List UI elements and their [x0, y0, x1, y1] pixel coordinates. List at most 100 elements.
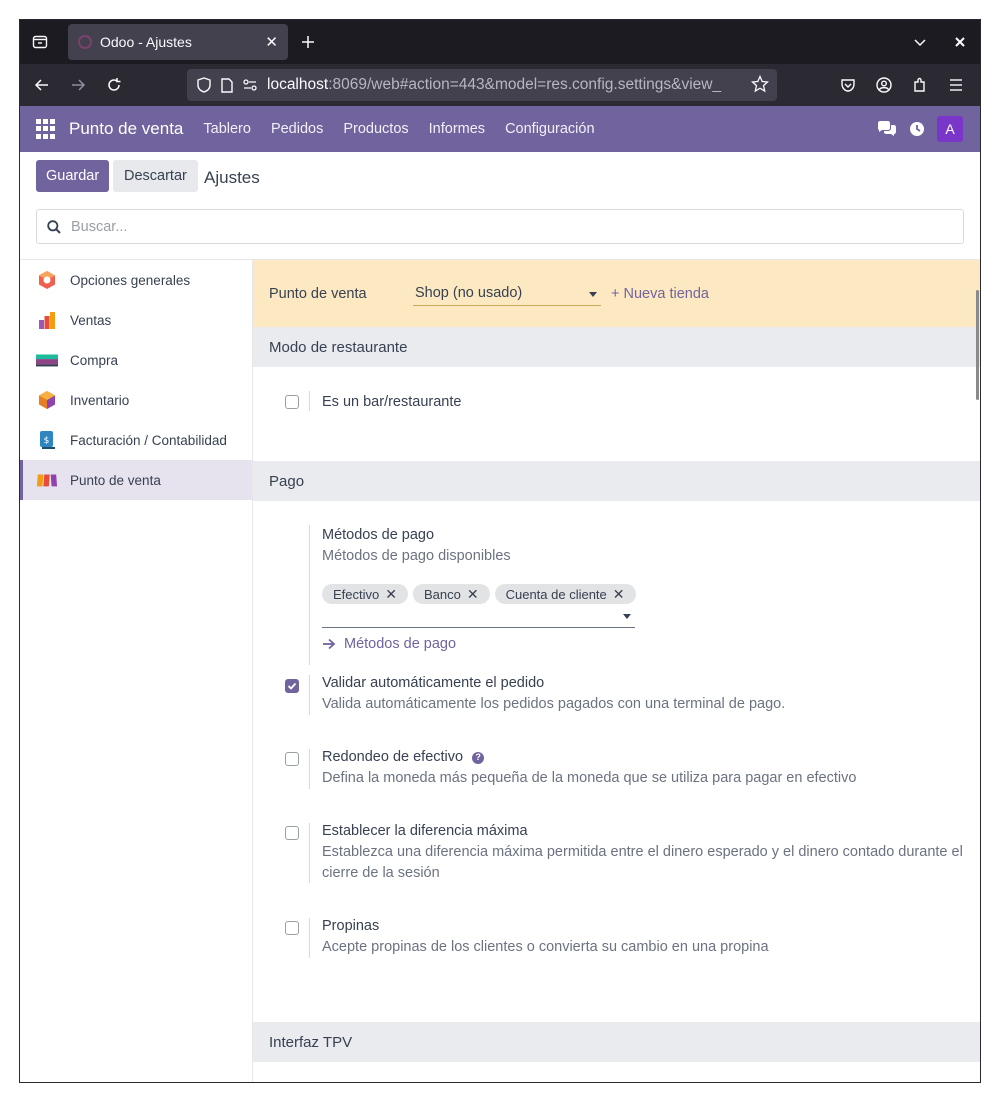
tag-label: Banco [423, 586, 461, 602]
setting-pos-interface-partial [253, 1062, 980, 1082]
chat-icon[interactable] [877, 121, 897, 137]
tips-checkbox[interactable] [285, 921, 299, 935]
chevron-down-icon[interactable] [900, 35, 940, 49]
cash-rounding-checkbox[interactable] [285, 752, 299, 766]
url-host: localhost [267, 76, 329, 93]
payment-methods-link[interactable]: Métodos de pago [322, 636, 980, 652]
menu-item-informes[interactable]: Informes [429, 121, 485, 137]
account-icon[interactable] [866, 77, 902, 93]
reload-icon[interactable] [96, 69, 132, 101]
setting-payment-methods: Métodos de pago Métodos de pago disponib… [253, 501, 980, 673]
auto-validate-checkbox[interactable] [285, 679, 299, 693]
new-shop-button[interactable]: + Nueva tienda [611, 286, 709, 302]
bookmark-star-icon[interactable] [750, 74, 770, 98]
odoo-favicon-icon [78, 35, 92, 49]
sidebar-item-inventario[interactable]: Inventario [20, 380, 252, 420]
search-box [36, 209, 964, 244]
max-difference-checkbox[interactable] [285, 826, 299, 840]
sidebar-item-compra[interactable]: Compra [20, 340, 252, 380]
avatar[interactable]: A [937, 116, 963, 142]
close-window-icon[interactable] [940, 36, 980, 48]
pos-selector-label: Punto de venta [269, 285, 367, 302]
menu-item-configuracion[interactable]: Configuración [505, 121, 594, 137]
setting-description: Defina la moneda más pequeña de la moned… [322, 770, 857, 786]
settings-main: Punto de venta Shop (no usado) + Nueva t… [253, 260, 980, 1082]
back-icon[interactable] [24, 69, 60, 101]
sidebar-item-label: Punto de venta [70, 472, 161, 488]
new-tab-button[interactable] [288, 20, 328, 64]
divider [309, 675, 310, 715]
browser-tab[interactable]: Odoo - Ajustes ✕ [68, 24, 288, 60]
save-button[interactable]: Guardar [36, 160, 110, 192]
tag-efectivo: Efectivo ✕ [322, 584, 408, 604]
close-tab-icon[interactable]: ✕ [265, 33, 278, 51]
setting-description: Valida automáticamente los pedidos pagad… [322, 696, 786, 712]
tab-title: Odoo - Ajustes [100, 34, 192, 50]
section-title-pos-interface: Interfaz TPV [253, 1022, 980, 1062]
app-brand[interactable]: Punto de venta [69, 119, 183, 139]
search-icon [47, 219, 61, 234]
remove-tag-icon[interactable]: ✕ [613, 586, 625, 603]
address-bar[interactable]: localhost:8069/web#action=443&model=res.… [187, 69, 777, 101]
setting-tips: Propinas Acepte propinas de los clientes… [253, 916, 980, 1002]
pos-select[interactable]: Shop (no usado) [413, 282, 601, 306]
caret-down-icon [589, 291, 597, 297]
extensions-icon[interactable] [902, 77, 938, 93]
setting-title: Redondeo de efectivo [322, 749, 464, 765]
page-icon [221, 77, 233, 93]
check-icon [287, 682, 297, 690]
sidebar-item-punto-de-venta[interactable]: Punto de venta [20, 460, 252, 500]
menu-item-tablero[interactable]: Tablero [203, 121, 251, 137]
setting-title: Validar automáticamente el pedido [322, 675, 545, 691]
sidebar-item-ventas[interactable]: Ventas [20, 300, 252, 340]
help-question-icon[interactable]: ? [472, 751, 485, 764]
tab-list-icon[interactable] [20, 20, 60, 64]
settings-sidebar: Opciones generales Ventas Compra Inventa… [20, 260, 253, 1082]
purchase-icon [36, 349, 58, 371]
remove-tag-icon[interactable]: ✕ [385, 586, 397, 603]
shield-icon[interactable] [197, 77, 211, 93]
odoo-top-nav: Punto de venta Tablero Pedidos Productos… [20, 106, 980, 152]
link-label: Métodos de pago [344, 636, 457, 652]
sidebar-item-facturacion[interactable]: $ Facturación / Contabilidad [20, 420, 252, 460]
sidebar-item-label: Opciones generales [70, 272, 191, 288]
sidebar-item-general[interactable]: Opciones generales [20, 260, 252, 300]
inventory-icon [36, 389, 58, 411]
svg-text:$: $ [44, 436, 50, 446]
divider [309, 918, 310, 958]
sidebar-item-label: Inventario [70, 392, 130, 408]
discard-button[interactable]: Descartar [113, 160, 198, 192]
search-input[interactable] [71, 218, 963, 235]
divider [309, 823, 310, 883]
divider [309, 391, 310, 411]
point-of-sale-icon [36, 469, 58, 491]
sidebar-item-label: Ventas [70, 312, 112, 328]
forward-icon[interactable] [60, 69, 96, 101]
remove-tag-icon[interactable]: ✕ [467, 586, 479, 603]
permissions-icon[interactable] [243, 79, 257, 91]
setting-description: Métodos de pago disponibles [322, 548, 511, 564]
pos-select-value: Shop (no usado) [415, 285, 523, 301]
setting-cash-rounding: Redondeo de efectivo? Defina la moneda m… [253, 747, 980, 821]
app-menu-grid-icon[interactable] [36, 119, 56, 139]
setting-title: Propinas [322, 918, 380, 934]
pos-selector-banner: Punto de venta Shop (no usado) + Nueva t… [253, 260, 980, 327]
activity-clock-icon[interactable] [909, 121, 925, 137]
invoicing-icon: $ [36, 429, 58, 451]
menu-item-pedidos[interactable]: Pedidos [271, 121, 323, 137]
general-settings-icon [36, 269, 58, 291]
payment-methods-input[interactable] [322, 604, 635, 628]
divider [309, 749, 310, 789]
menu-icon[interactable] [938, 78, 974, 92]
sidebar-item-label: Compra [70, 352, 119, 368]
setting-auto-validate: Validar automáticamente el pedido Valida… [253, 673, 980, 747]
setting-title-row: Redondeo de efectivo? [322, 747, 980, 768]
tag-banco: Banco ✕ [412, 584, 490, 604]
caret-down-icon [623, 614, 631, 619]
arrow-right-icon [322, 638, 336, 650]
pocket-icon[interactable] [830, 77, 866, 93]
setting-restaurant: Es un bar/restaurante [253, 367, 980, 461]
restaurant-checkbox[interactable] [285, 395, 299, 409]
menu-item-productos[interactable]: Productos [343, 121, 408, 137]
sidebar-item-label: Facturación / Contabilidad [70, 432, 227, 448]
